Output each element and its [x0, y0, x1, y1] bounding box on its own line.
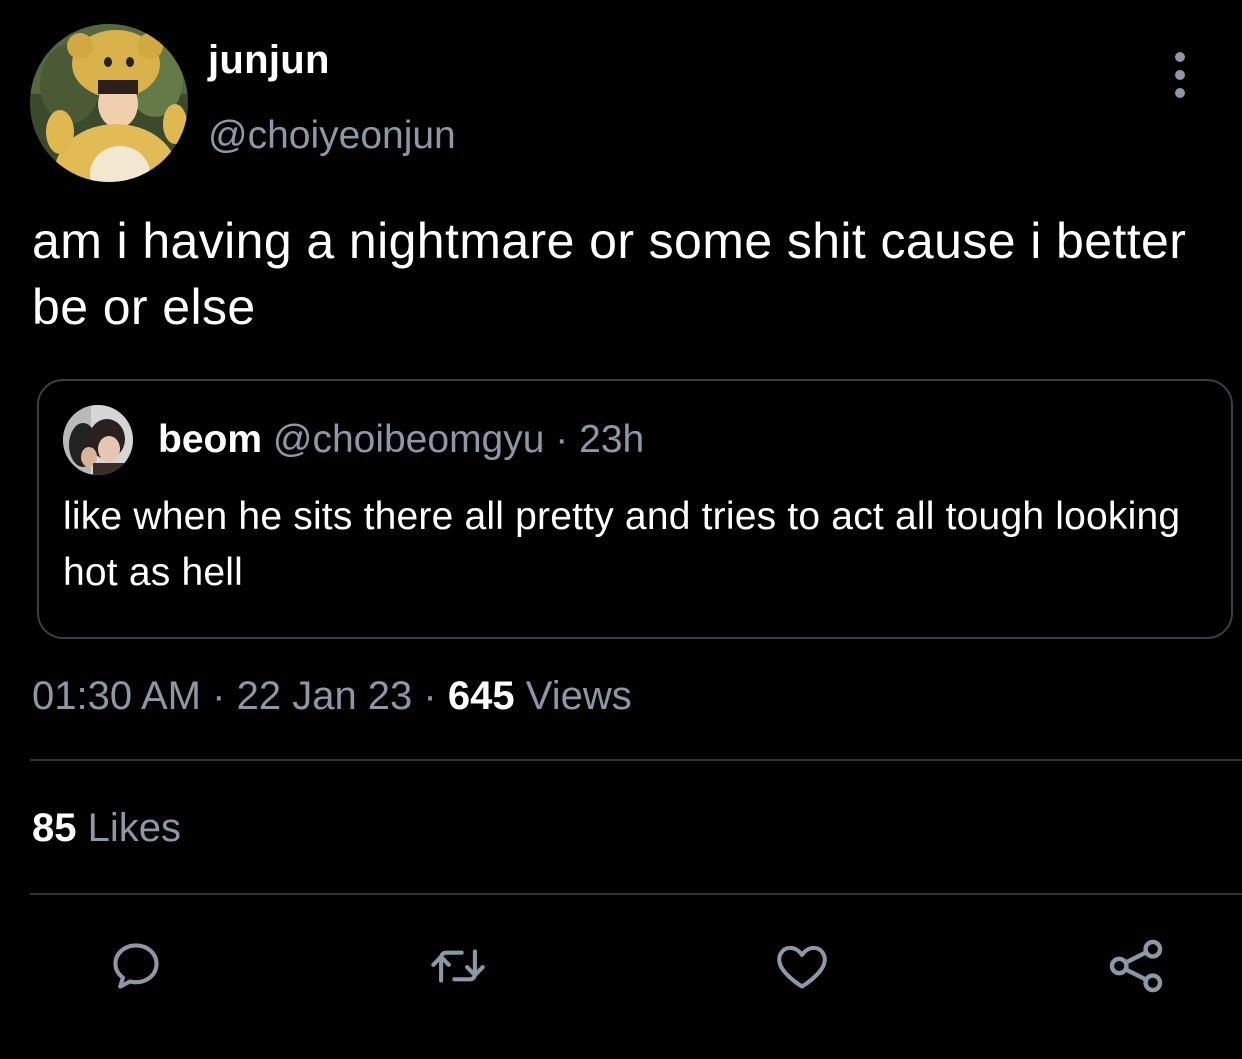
quoted-separator: · [555, 418, 569, 461]
quoted-timestamp: 23h [579, 418, 645, 461]
meta-separator: · [212, 674, 226, 718]
quoted-author-handle: @choibeomgyu [272, 418, 545, 461]
tweet-time[interactable]: 01:30 AM [32, 674, 201, 718]
like-button[interactable] [770, 934, 834, 998]
more-dot [1175, 70, 1185, 80]
tweet-text: am i having a nightmare or some shit cau… [32, 213, 1187, 335]
reply-button[interactable] [104, 934, 168, 998]
divider [30, 759, 1242, 761]
retweet-button[interactable] [426, 934, 490, 998]
heart-icon [777, 945, 827, 989]
author-display-name[interactable]: junjun [208, 38, 330, 83]
meta-separator: · [423, 674, 437, 718]
quoted-author-avatar [63, 405, 133, 475]
quoted-avatar-image [63, 405, 133, 475]
reply-icon [113, 943, 159, 989]
more-options-button[interactable] [1160, 52, 1200, 98]
share-button[interactable] [1104, 934, 1168, 998]
share-icon [1109, 939, 1163, 993]
quoted-tweet-header: beom @choibeomgyu · 23h [158, 418, 644, 462]
views-label: Views [525, 674, 632, 718]
likes-stat[interactable]: 85 Likes [32, 806, 181, 851]
quoted-tweet-text: like when he sits there all pretty and t… [63, 495, 1181, 594]
tweet-date[interactable]: 22 Jan 23 [237, 674, 413, 718]
more-vertical-icon [1175, 52, 1185, 62]
author-handle[interactable]: @choiyeonjun [208, 114, 456, 158]
author-avatar[interactable] [30, 24, 188, 182]
divider [30, 893, 1242, 895]
avatar-image [30, 24, 188, 182]
retweet-icon [431, 949, 485, 983]
views-count: 645 [447, 674, 515, 718]
likes-count: 85 [32, 806, 77, 850]
more-dot [1175, 88, 1185, 98]
likes-label: Likes [87, 806, 182, 850]
quoted-author-display-name: beom [158, 418, 263, 461]
tweet-meta: 01:30 AM · 22 Jan 23 · 645 Views [32, 674, 632, 719]
